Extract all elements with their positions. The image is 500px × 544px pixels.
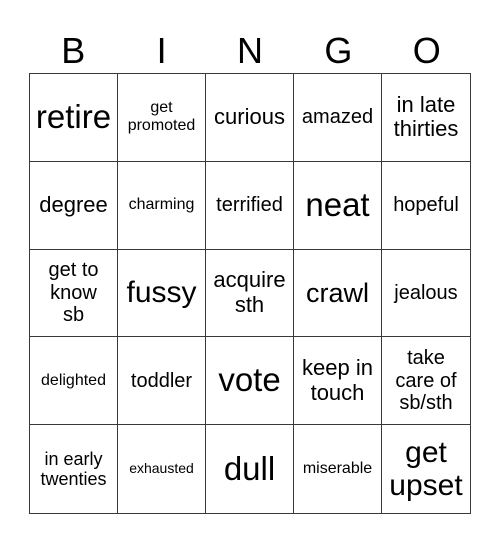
bingo-cell[interactable]: in early twenties — [30, 425, 118, 513]
cell-text: charming — [128, 196, 195, 214]
bingo-cell[interactable]: get upset — [382, 425, 470, 513]
cell-text: keep in touch — [302, 355, 373, 405]
bingo-cell[interactable]: vote — [206, 337, 294, 426]
bingo-cell[interactable]: delighted — [30, 337, 118, 426]
bingo-cell[interactable]: jealous — [382, 250, 470, 338]
bingo-cell[interactable]: exhausted — [118, 425, 206, 513]
cell-text: hopeful — [393, 194, 459, 216]
header-letter-b: B — [61, 30, 86, 71]
bingo-cell[interactable]: terrified — [206, 161, 294, 250]
bingo-cell[interactable]: take care of sb/sth — [382, 337, 470, 426]
bingo-cell[interactable]: keep in touch — [294, 337, 382, 426]
cell-text: fussy — [126, 276, 197, 310]
bingo-cell[interactable]: acquire sth — [206, 249, 294, 338]
cell-text: terrified — [216, 194, 283, 216]
bingo-cell[interactable]: dull — [206, 425, 294, 513]
bingo-cell[interactable]: hopeful — [382, 162, 470, 250]
header-letter-n: N — [236, 30, 263, 71]
bingo-cell[interactable]: crawl — [294, 249, 382, 338]
bingo-cell[interactable]: curious — [206, 74, 294, 162]
bingo-cell[interactable]: miserable — [294, 425, 382, 513]
bingo-cell[interactable]: neat — [294, 161, 382, 250]
bingo-cell[interactable]: degree — [30, 161, 118, 250]
cell-text: acquire sth — [213, 267, 286, 317]
bingo-cell[interactable]: in late thirties — [382, 74, 470, 162]
cell-text: in late thirties — [393, 91, 459, 142]
cell-text: get promoted — [127, 99, 196, 135]
cell-text: jealous — [394, 281, 458, 304]
cell-text: delighted — [41, 371, 106, 389]
cell-text: miserable — [302, 460, 373, 478]
header-letter-o: O — [412, 30, 441, 71]
bingo-cell[interactable]: retire — [30, 74, 118, 162]
bingo-cell[interactable]: toddler — [118, 337, 206, 426]
cell-text: get upset — [389, 435, 463, 503]
header-letter-g: G — [324, 30, 353, 71]
cell-text: toddler — [130, 369, 193, 392]
bingo-grid: retire get promoted curious amazed in la… — [29, 73, 471, 514]
cell-text: amazed — [301, 106, 374, 129]
cell-text: dull — [223, 449, 276, 487]
cell-text: neat — [305, 185, 370, 223]
cell-text: in early twenties — [40, 448, 107, 490]
cell-text: exhausted — [129, 460, 194, 477]
cell-text: take care of sb/sth — [395, 347, 457, 414]
cell-text: vote — [218, 361, 281, 399]
cell-text: curious — [214, 104, 285, 130]
cell-text: get to know sb — [48, 259, 99, 327]
bingo-cell[interactable]: fussy — [118, 249, 206, 338]
bingo-cell[interactable]: charming — [118, 161, 206, 250]
bingo-header: B I N G O — [29, 26, 471, 76]
cell-text: degree — [39, 191, 108, 217]
bingo-cell[interactable]: amazed — [294, 74, 382, 162]
cell-text: crawl — [305, 277, 369, 308]
header-letter-i: I — [156, 30, 167, 71]
cell-text: retire — [35, 97, 112, 135]
bingo-cell[interactable]: get to know sb — [30, 249, 118, 338]
bingo-cell[interactable]: get promoted — [118, 74, 206, 162]
